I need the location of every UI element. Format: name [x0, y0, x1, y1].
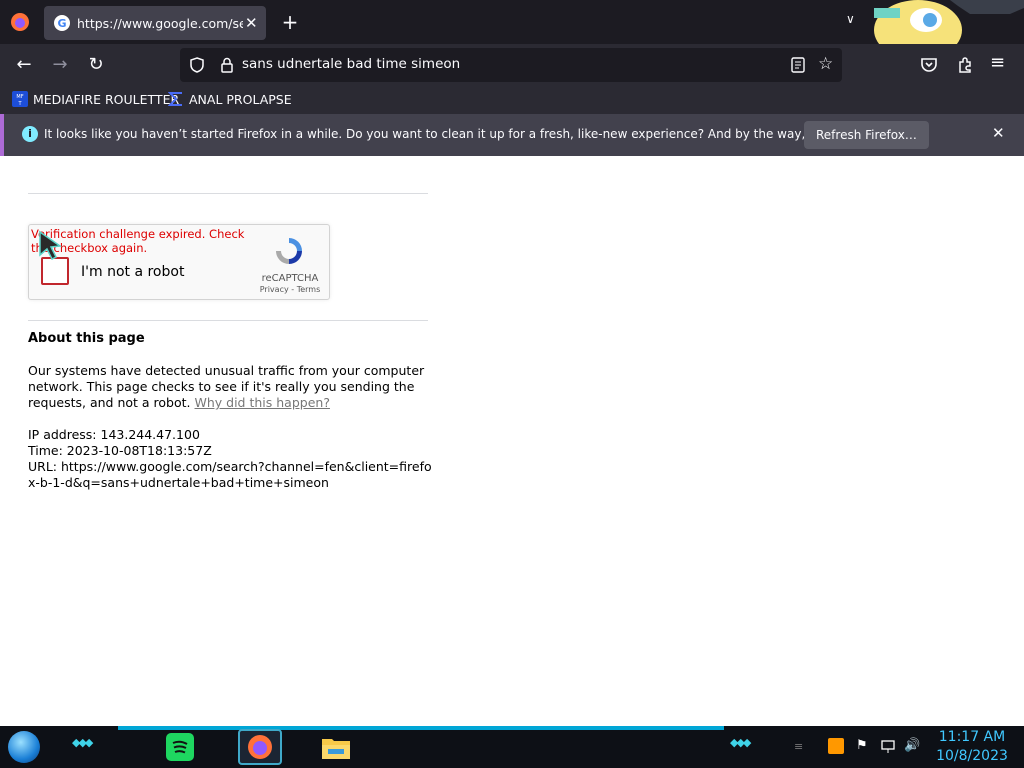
link-separator: -	[288, 285, 297, 294]
back-button[interactable]: ←	[12, 53, 36, 77]
notification-text: It looks like you haven’t started Firefo…	[44, 127, 900, 141]
bookmark-label: MEDIAFIRE ROULETTER	[33, 91, 180, 107]
spotify-icon	[166, 733, 194, 761]
taskbar-accent	[118, 726, 724, 730]
app-menu-icon[interactable]: ≡	[990, 52, 1005, 73]
firefox-menu-icon[interactable]	[10, 12, 30, 32]
mediafire-icon: MF T	[12, 91, 28, 107]
tab-title: https://www.google.com/search?channel=fe…	[77, 15, 243, 31]
recaptcha-logo-icon	[276, 238, 302, 264]
url-text[interactable]: sans udnertale bad time simeon	[242, 56, 460, 72]
list-tabs-icon[interactable]: ∨	[846, 12, 855, 26]
new-tab-button[interactable]: +	[280, 10, 300, 34]
decoration-icon: ◆◆◆	[72, 736, 93, 749]
cursor-icon	[39, 230, 63, 260]
refresh-firefox-button[interactable]: Refresh Firefox…	[804, 121, 929, 149]
forward-button[interactable]: →	[48, 53, 72, 77]
ip-address: IP address: 143.244.47.100	[28, 427, 200, 442]
bookmark-second[interactable]: ANAL PROLAPSE	[168, 91, 292, 107]
tracking-shield-icon[interactable]	[188, 56, 206, 74]
google-favicon-icon: G	[54, 15, 70, 31]
taskbar-file-explorer[interactable]	[318, 729, 354, 765]
info-icon: i	[22, 126, 38, 142]
privacy-link[interactable]: Privacy	[260, 285, 289, 294]
clock[interactable]: 11:17 AM 10/8/2023	[930, 728, 1014, 766]
terms-link[interactable]: Terms	[297, 285, 321, 294]
clock-date: 10/8/2023	[936, 748, 1008, 764]
tab-google-search[interactable]: G https://www.google.com/search?channel=…	[44, 6, 266, 40]
pocket-icon[interactable]	[920, 56, 938, 74]
taskbar: ◆◆◆ ◆◆◆ ≡ ⚑ 🔊 11:17 AM 10/8/2023	[0, 726, 1024, 768]
close-icon[interactable]: ✕	[992, 124, 1005, 142]
network-icon[interactable]	[880, 738, 896, 754]
bookmark-sigma-icon	[168, 92, 182, 106]
bookmarks-toolbar: MF T MEDIAFIRE ROULETTER ANAL PROLAPSE	[0, 86, 1024, 114]
address-bar[interactable]: sans udnertale bad time simeon ☆	[180, 48, 842, 82]
page-content: Verification challenge expired. Check th…	[0, 156, 1024, 726]
why-link[interactable]: Why did this happen?	[195, 395, 330, 410]
firefox-icon	[248, 735, 272, 759]
about-title: About this page	[28, 331, 145, 346]
recaptcha-widget: Verification challenge expired. Check th…	[28, 224, 330, 300]
tray-overflow-icon[interactable]: ≡	[794, 740, 803, 753]
svg-text:MF: MF	[16, 94, 23, 100]
navigation-toolbar: ← → ↻ sans udnertale bad time simeon ☆ ≡	[0, 44, 1024, 86]
clock-time: 11:17 AM	[938, 729, 1006, 745]
captcha-label: I'm not a robot	[81, 264, 185, 280]
file-explorer-icon	[322, 739, 350, 759]
reload-button[interactable]: ↻	[84, 53, 108, 77]
refresh-firefox-notification: i It looks like you haven’t started Fire…	[0, 114, 1024, 156]
sublime-tray-icon[interactable]	[828, 738, 844, 754]
extensions-icon[interactable]	[956, 56, 974, 74]
url-line: URL: https://www.google.com/search?chann…	[28, 459, 432, 490]
bookmark-label: ANAL PROLAPSE	[189, 91, 292, 107]
divider	[28, 193, 428, 194]
recaptcha-brand: reCAPTCHA	[261, 273, 319, 284]
recaptcha-links: Privacy - Terms	[254, 285, 326, 294]
captcha-checkbox[interactable]	[41, 257, 69, 285]
volume-icon[interactable]: 🔊	[904, 738, 920, 754]
flag-icon[interactable]: ⚑	[856, 738, 872, 754]
reader-view-icon[interactable]	[790, 57, 806, 73]
taskbar-firefox[interactable]	[238, 729, 282, 765]
bookmark-mediafire[interactable]: MF T MEDIAFIRE ROULETTER	[12, 91, 179, 107]
tab-close-icon[interactable]: ✕	[245, 14, 258, 32]
decoration-icon: ◆◆◆	[730, 736, 751, 749]
taskbar-spotify[interactable]	[162, 729, 198, 765]
lock-icon[interactable]	[218, 56, 236, 74]
time-line: Time: 2023-10-08T18:13:57Z	[28, 443, 212, 458]
divider	[28, 320, 428, 321]
bookmark-star-icon[interactable]: ☆	[818, 54, 833, 74]
about-paragraph: Our systems have detected unusual traffi…	[28, 363, 438, 411]
title-bar: G https://www.google.com/search?channel=…	[0, 0, 1024, 60]
start-button[interactable]	[8, 731, 40, 763]
